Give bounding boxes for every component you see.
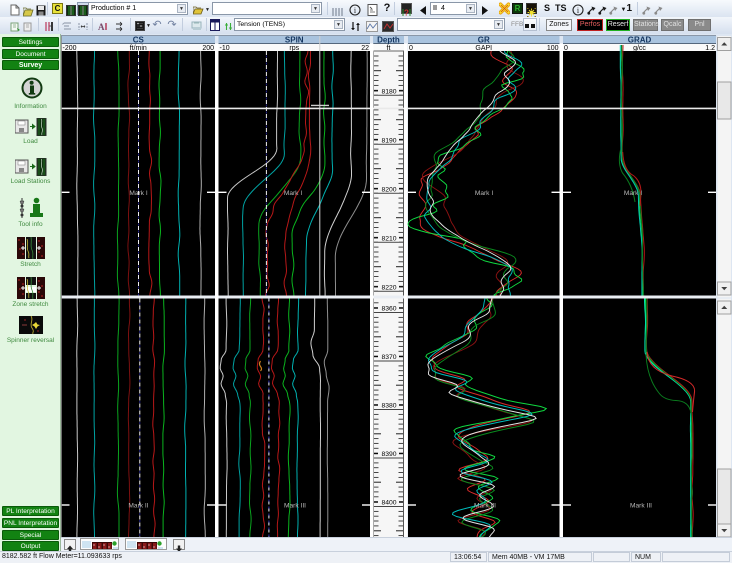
svg-text:22: 22 [361, 45, 369, 52]
svg-text:8370: 8370 [381, 354, 396, 361]
svg-text:Mark I: Mark I [624, 190, 642, 197]
svg-text:8400: 8400 [381, 500, 396, 507]
svg-text:-10: -10 [220, 45, 230, 52]
svg-text:rps: rps [289, 45, 299, 52]
svg-text:8360: 8360 [381, 306, 396, 313]
svg-text:Depth: Depth [377, 36, 400, 45]
svg-text:Mark II: Mark II [128, 503, 148, 510]
svg-text:0: 0 [409, 45, 413, 52]
svg-text:-200: -200 [63, 45, 77, 52]
svg-text:1.2: 1.2 [705, 45, 715, 52]
svg-text:8380: 8380 [381, 403, 396, 410]
svg-text:8190: 8190 [381, 137, 396, 144]
svg-text:8200: 8200 [381, 186, 396, 193]
svg-text:8390: 8390 [381, 451, 396, 458]
svg-text:Mark III: Mark III [284, 503, 306, 510]
svg-text:GAPI: GAPI [475, 45, 492, 52]
svg-text:100: 100 [547, 45, 559, 52]
svg-text:0: 0 [564, 45, 568, 52]
svg-text:GR: GR [478, 36, 490, 45]
svg-text:8210: 8210 [381, 235, 396, 242]
svg-text:8180: 8180 [381, 88, 396, 95]
svg-text:ft/min: ft/min [130, 45, 147, 52]
svg-text:Mark III: Mark III [630, 503, 652, 510]
svg-text:200: 200 [202, 45, 214, 52]
svg-text:SPIN: SPIN [285, 36, 304, 45]
svg-text:g/cc: g/cc [633, 45, 646, 52]
svg-text:Mark I: Mark I [284, 190, 302, 197]
svg-text:Mark III: Mark III [474, 503, 496, 510]
svg-text:GRAD: GRAD [628, 36, 652, 45]
svg-text:CS: CS [133, 36, 145, 45]
svg-text:Mark I: Mark I [129, 190, 147, 197]
svg-text:8220: 8220 [381, 284, 396, 291]
svg-text:Mark I: Mark I [475, 190, 493, 197]
